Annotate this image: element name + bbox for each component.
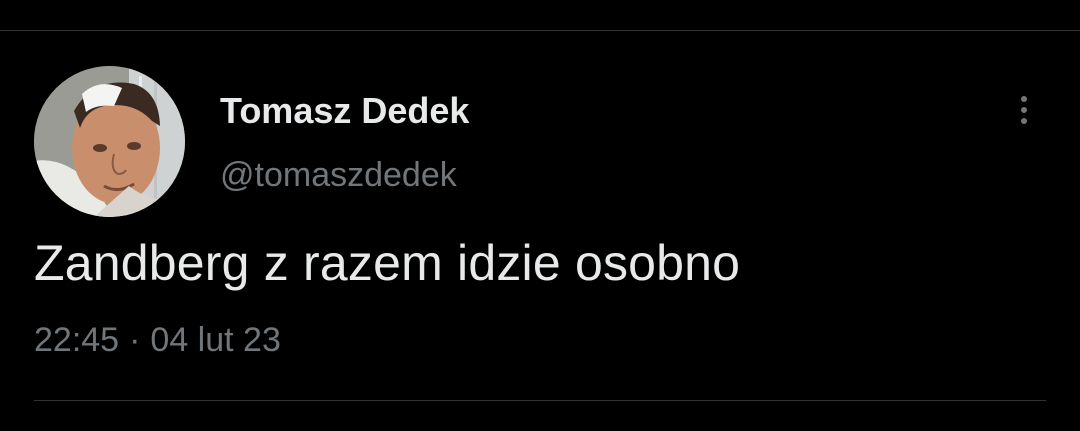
top-divider [0,30,1080,31]
more-options-button[interactable] [1006,88,1042,132]
avatar[interactable] [34,66,185,217]
tweet-text: Zandberg z razem idzie osobno [34,235,741,291]
tweet-date: 04 lut 23 [150,321,281,359]
more-vertical-icon [1021,96,1027,102]
more-vertical-icon-dot [1021,118,1027,124]
bottom-divider [34,400,1046,401]
avatar-image [34,66,185,217]
more-vertical-icon-dot [1021,107,1027,113]
author-display-name[interactable]: Tomasz Dedek [220,89,469,133]
tweet-time: 22:45 [34,321,120,359]
meta-separator: · [129,321,141,359]
author-handle[interactable]: @tomaszdedek [220,154,457,196]
tweet-timestamp[interactable]: 22:45 · 04 lut 23 [34,318,281,362]
